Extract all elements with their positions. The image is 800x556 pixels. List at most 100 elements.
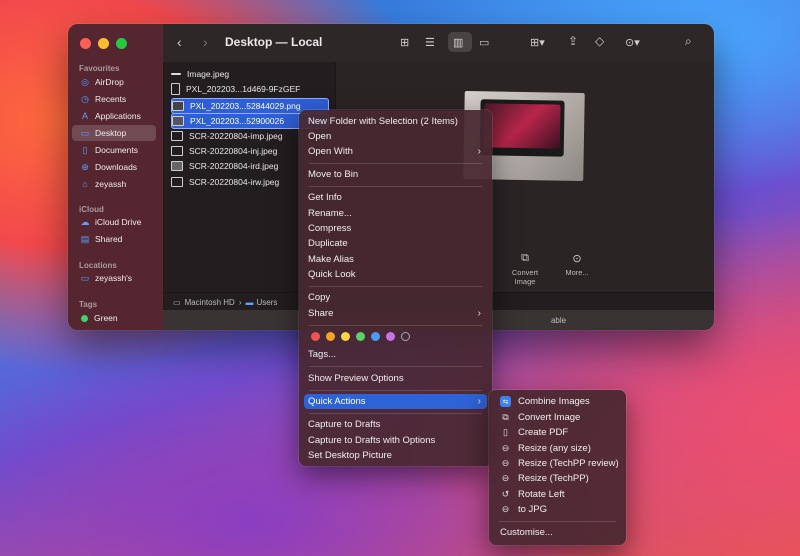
download-icon: ⊕ [81,161,89,172]
quick-action-rotate-left[interactable]: ↺ Rotate Left [494,487,621,502]
tag-red-button[interactable] [311,332,320,341]
chevron-right-icon: › [477,146,481,157]
menu-item-capture-to-drafts[interactable]: Capture to Drafts [304,417,487,432]
menu-divider [309,163,482,164]
sidebar-item-downloads[interactable]: ⊕ Downloads [72,159,156,175]
clock-icon: ◷ [81,93,89,104]
menu-item-copy[interactable]: Copy [304,290,487,305]
window-controls [80,38,127,49]
desktop-icon: ▭ [80,127,90,138]
shared-folder-icon: ▤ [80,233,90,244]
menu-item-capture-to-drafts-options[interactable]: Capture to Drafts with Options [304,433,487,448]
preview-more-button[interactable]: ⊙ More... [555,252,599,277]
menu-item-compress[interactable]: Compress [304,221,487,236]
quick-action-to-jpg[interactable]: ⊖ to JPG [494,502,621,517]
tag-purple-button[interactable] [386,332,395,341]
gallery-view-icon[interactable]: ▭ [479,36,489,49]
quick-action-resize-techpp-review[interactable]: ⊖ Resize (TechPP review) [494,456,621,471]
menu-divider [499,521,616,522]
airdrop-icon: ◎ [81,76,89,87]
convert-image-icon: ⧉ [502,412,509,422]
sidebar-item-applications[interactable]: A Applications [72,108,156,124]
search-icon[interactable]: ⌕ [685,34,692,49]
image-file-icon [171,177,183,187]
menu-item-new-folder[interactable]: New Folder with Selection (2 Items) [304,114,487,129]
menu-item-duplicate[interactable]: Duplicate [304,236,487,251]
close-window-button[interactable] [80,38,91,49]
sidebar-section-favourites: Favourites [79,64,120,73]
menu-item-set-desktop-picture[interactable]: Set Desktop Picture [304,448,487,463]
group-icon[interactable]: ⊞▾ [530,36,545,49]
forward-icon[interactable]: › [203,34,208,50]
sidebar-item-desktop[interactable]: ▭ Desktop [72,125,156,141]
sidebar-item-tag-green[interactable]: Green [72,310,156,326]
sidebar-item-label: Applications [95,111,141,121]
tag-color-row [311,332,410,341]
convert-image-icon: ⧉ [521,252,529,264]
file-name: Image.jpeg [187,69,230,79]
icon-view-icon[interactable]: ⊞ [400,36,409,49]
menu-item-make-alias[interactable]: Make Alias [304,252,487,267]
share-icon[interactable]: ⇪ [568,34,578,48]
quick-action-convert-image[interactable]: ⧉ Convert Image [494,410,621,425]
menu-item-show-preview-options[interactable]: Show Preview Options [304,371,487,386]
file-name: PXL_202203...52844029.png [190,101,301,111]
chevron-right-icon: › [238,297,242,307]
tag-orange-button[interactable] [326,332,335,341]
tag-icon[interactable]: ◇ [595,34,604,48]
laptop-icon: ▭ [80,272,90,283]
sidebar-item-label: zeyassh [95,179,127,189]
preview-action-label: Convert Image [511,268,539,286]
laptop-photo [479,99,565,157]
sidebar-item-label: Desktop [95,128,127,138]
menu-divider [309,366,482,367]
tag-blue-button[interactable] [371,332,380,341]
menu-item-rename[interactable]: Rename... [304,206,487,221]
document-icon [171,83,180,95]
minimize-window-button[interactable] [98,38,109,49]
tag-yellow-button[interactable] [341,332,350,341]
menu-item-get-info[interactable]: Get Info [304,190,487,205]
sidebar-item-computer[interactable]: ▭ zeyassh's [72,270,156,286]
tag-none-button[interactable] [401,332,410,341]
menu-item-move-to-bin[interactable]: Move to Bin [304,167,487,182]
menu-item-open-with[interactable]: Open With › [304,144,487,159]
sidebar-item-label: AirDrop [95,77,124,87]
quick-action-combine-images[interactable]: ⇆ Combine Images [494,394,621,409]
list-item[interactable]: PXL_202203...1d469-9FzGEF [171,82,331,96]
sidebar-item-home[interactable]: ⌂ zeyassh [72,176,156,192]
quick-action-resize-any[interactable]: ⊖ Resize (any size) [494,441,621,456]
sidebar-item-shared[interactable]: ▤ Shared [72,231,156,247]
list-view-icon[interactable]: ☰ [425,36,435,49]
zoom-window-button[interactable] [116,38,127,49]
menu-item-open[interactable]: Open [304,129,487,144]
window-title: Desktop — Local [225,35,323,49]
sidebar-item-icloud-drive[interactable]: ☁ iCloud Drive [72,214,156,230]
list-item[interactable]: Image.jpeg [171,67,331,81]
menu-item-label: to JPG [518,504,548,515]
menu-item-tags[interactable]: Tags... [304,347,487,362]
sidebar-section-locations: Locations [79,261,117,270]
sidebar-item-recents[interactable]: ◷ Recents [72,91,156,107]
menu-item-share[interactable]: Share › [304,306,487,321]
tag-green-button[interactable] [356,332,365,341]
path-item[interactable]: Users [256,298,277,307]
menu-item-label: Share [308,308,334,319]
workflow-icon: ⊖ [501,458,510,468]
more-options-icon[interactable]: ⊙▾ [625,36,640,49]
back-icon[interactable]: ‹ [177,34,182,50]
menu-divider [309,390,482,391]
image-file-icon [172,116,184,126]
path-item[interactable]: Macintosh HD [185,298,235,307]
sidebar-item-documents[interactable]: ▯ Documents [72,142,156,158]
quick-actions-customise[interactable]: Customise... [494,525,621,540]
quick-action-resize-techpp[interactable]: ⊖ Resize (TechPP) [494,471,621,486]
preview-convert-image-button[interactable]: ⧉ Convert Image [503,252,547,286]
sidebar-item-label: Green [94,313,118,323]
more-icon: ⊙ [572,253,582,265]
sidebar-item-airdrop[interactable]: ◎ AirDrop [72,74,156,90]
menu-item-quick-look[interactable]: Quick Look [304,267,487,282]
quick-action-create-pdf[interactable]: ▯ Create PDF [494,425,621,440]
workflow-icon: ⊖ [501,473,510,483]
menu-item-quick-actions[interactable]: Quick Actions › [304,394,487,409]
